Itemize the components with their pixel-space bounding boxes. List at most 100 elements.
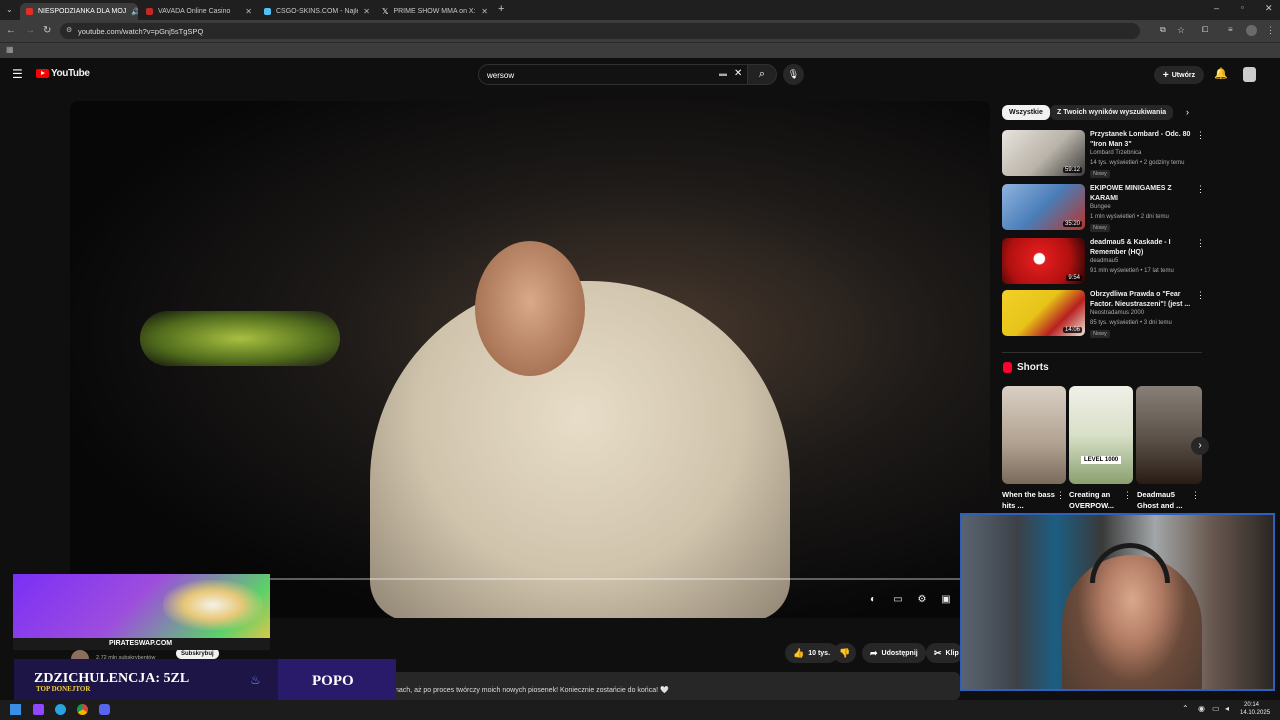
new-tab-icon[interactable]: +	[498, 3, 504, 15]
close-tab-icon[interactable]: ✕	[245, 7, 252, 16]
chip-from-search[interactable]: Z Twoich wyników wyszukiwania	[1050, 105, 1174, 120]
dislike-button[interactable]: 👎	[833, 643, 857, 663]
more-options-icon[interactable]: ⋮	[1196, 130, 1205, 141]
create-button[interactable]: + Utwórz	[1154, 66, 1204, 84]
twitch-app-icon[interactable]	[33, 704, 44, 715]
more-options-icon[interactable]: ⋮	[1196, 184, 1205, 195]
install-app-icon[interactable]: ⧉	[1160, 25, 1166, 35]
clock-time[interactable]: 20:14	[1244, 702, 1259, 708]
windows-start-icon[interactable]	[10, 704, 21, 715]
video-duration: 9:54	[1066, 275, 1082, 281]
video-title[interactable]: Obrzydliwa Prawda o "Fear Factor. Nieust…	[1090, 290, 1195, 309]
more-options-icon[interactable]: ⋮	[1123, 490, 1132, 501]
back-icon[interactable]: ←	[6, 25, 16, 36]
video-title[interactable]: Przystanek Lombard - Odc. 80 "Iron Man 3…	[1090, 130, 1195, 149]
close-tab-icon[interactable]: ✕	[363, 7, 370, 16]
tab-csgo-skins[interactable]: CSGO-SKINS.COM - Najlepsze ✕	[258, 3, 376, 20]
video-thumbnail[interactable]: 9:54	[1002, 238, 1085, 284]
short-title[interactable]: Creating an OVERPOW...	[1069, 489, 1124, 511]
close-window-icon[interactable]: ✕	[1265, 3, 1273, 14]
notifications-bell-icon[interactable]: 🔔	[1214, 67, 1228, 80]
video-thumbnail[interactable]: 14:06	[1002, 290, 1085, 336]
channel-name[interactable]: Neostradamus 2000	[1090, 310, 1144, 316]
short-overlay-label: LEVEL 1000	[1081, 456, 1122, 464]
search-input[interactable]: wersow ▬ ✕	[478, 64, 748, 85]
tab-title: VAVADA Online Casino	[158, 8, 231, 15]
video-player[interactable]: ◐ ▭ ⚙ ▣	[70, 101, 990, 618]
chips-next-chevron-icon[interactable]: ›	[1186, 107, 1189, 117]
shorts-next-chevron-icon[interactable]: ›	[1191, 437, 1209, 455]
more-options-icon[interactable]: ⋮	[1196, 238, 1205, 249]
volume-icon[interactable]: ◂	[1225, 704, 1229, 713]
clip-label: Klip	[945, 649, 959, 657]
minimize-icon[interactable]: –	[1214, 3, 1219, 13]
network-icon[interactable]: ▭	[1212, 704, 1220, 713]
video-thumbnail[interactable]: 35:20	[1002, 184, 1085, 230]
close-tab-icon[interactable]: ✕	[481, 7, 488, 16]
short-title[interactable]: Deadmau5 Ghost and ...	[1137, 489, 1192, 511]
voice-search-button[interactable]: 🎙	[783, 64, 804, 85]
windows-taskbar: ⌃ ◉ ▭ ◂ 20:14 14.10.2025	[0, 700, 1280, 720]
chip-all[interactable]: Wszystkie	[1002, 105, 1050, 120]
media-icon[interactable]: ≡	[1228, 25, 1233, 34]
miniplayer-icon[interactable]: ▣	[939, 594, 953, 606]
clip-button[interactable]: ✂ Klip	[926, 643, 963, 663]
promo-label: PIRATESWAP.COM	[109, 640, 173, 647]
short-title[interactable]: When the bass hits ...	[1002, 489, 1057, 511]
clock-date[interactable]: 14.10.2025	[1240, 710, 1270, 716]
telegram-app-icon[interactable]	[55, 704, 66, 715]
video-title[interactable]: deadmau5 & Kaskade - I Remember (HQ)	[1090, 238, 1195, 257]
short-thumbnail[interactable]	[1136, 386, 1202, 484]
menu-kebab-icon[interactable]: ⋮	[1266, 25, 1275, 36]
subtitles-icon[interactable]: ▭	[891, 594, 905, 606]
profile-avatar[interactable]	[1246, 25, 1257, 36]
vavada-favicon-icon	[146, 8, 153, 15]
microphone-icon: 🎙	[787, 69, 800, 79]
bookmark-star-icon[interactable]: ☆	[1177, 25, 1185, 36]
new-badge: Nowy	[1090, 330, 1110, 338]
more-options-icon[interactable]: ⋮	[1191, 490, 1200, 501]
like-button[interactable]: 👍 10 tys.	[785, 643, 839, 663]
account-avatar[interactable]	[1243, 67, 1256, 82]
reload-icon[interactable]: ↻	[43, 25, 51, 36]
top-donor-overlay: ZDZICHULENCJA: 5ZL TOP DONEJTOR ♨ POPO	[14, 659, 396, 705]
short-thumbnail[interactable]	[1002, 386, 1066, 484]
channel-name[interactable]: Bungee	[1090, 204, 1111, 210]
recommendation-item[interactable]: 59:12 Przystanek Lombard - Odc. 80 "Iron…	[1002, 130, 1207, 180]
address-bar[interactable]: ⚙ youtube.com/watch?v=pGnj5sTgSPQ	[60, 23, 1140, 39]
autoplay-toggle-icon[interactable]: ◐	[866, 594, 880, 606]
clear-search-icon[interactable]: ✕	[734, 68, 742, 79]
extensions-icon[interactable]: ⧠	[1202, 25, 1208, 35]
more-options-icon[interactable]: ⋮	[1196, 290, 1205, 301]
tab-prime-show[interactable]: 𝕏 PRIME SHOW MMA on X: "MM ✕	[376, 3, 494, 20]
video-duration: 35:20	[1062, 221, 1082, 227]
keyboard-icon[interactable]: ▬	[719, 69, 727, 78]
forward-icon[interactable]: →	[25, 25, 35, 36]
video-title[interactable]: EKIPOWE MINIGAMES Z KARAMI	[1090, 184, 1195, 203]
discord-app-icon[interactable]	[99, 704, 110, 715]
tab-vavada[interactable]: VAVADA Online Casino ✕	[140, 3, 258, 20]
recommendation-item[interactable]: 35:20 EKIPOWE MINIGAMES Z KARAMI Bungee …	[1002, 184, 1207, 234]
share-button[interactable]: ➦ Udostępnij	[862, 643, 926, 663]
channel-name[interactable]: deadmau5	[1090, 258, 1118, 264]
apps-grid-icon[interactable]: ▦	[6, 45, 14, 54]
recommendation-item[interactable]: 14:06 Obrzydliwa Prawda o "Fear Factor. …	[1002, 290, 1207, 340]
maximize-icon[interactable]: ▫	[1241, 3, 1244, 12]
more-options-icon[interactable]: ⋮	[1056, 490, 1065, 501]
channel-name[interactable]: Lombard Trzebnica	[1090, 150, 1141, 156]
search-button[interactable]: ⌕	[747, 64, 777, 85]
tab-youtube[interactable]: NIESPODZIANKA DLA MOJ 🔊 ✕	[20, 3, 138, 20]
tab-title: CSGO-SKINS.COM - Najlepsze	[276, 8, 358, 15]
video-thumbnail[interactable]: 59:12	[1002, 130, 1085, 176]
plus-icon: +	[1162, 69, 1169, 81]
tab-list-icon[interactable]: ⌄	[6, 5, 13, 14]
chrome-app-icon[interactable]	[77, 704, 88, 715]
youtube-logo[interactable]: YouTube	[36, 68, 90, 79]
recommendation-item[interactable]: 9:54 deadmau5 & Kaskade - I Remember (HQ…	[1002, 238, 1207, 288]
short-thumbnail[interactable]: LEVEL 1000	[1069, 386, 1133, 484]
tray-app-icon[interactable]: ◉	[1198, 704, 1205, 713]
hamburger-menu-icon[interactable]: ☰	[12, 67, 23, 81]
site-info-icon[interactable]: ⚙	[66, 26, 72, 34]
tray-chevron-icon[interactable]: ⌃	[1182, 704, 1189, 713]
settings-gear-icon[interactable]: ⚙	[915, 594, 929, 606]
